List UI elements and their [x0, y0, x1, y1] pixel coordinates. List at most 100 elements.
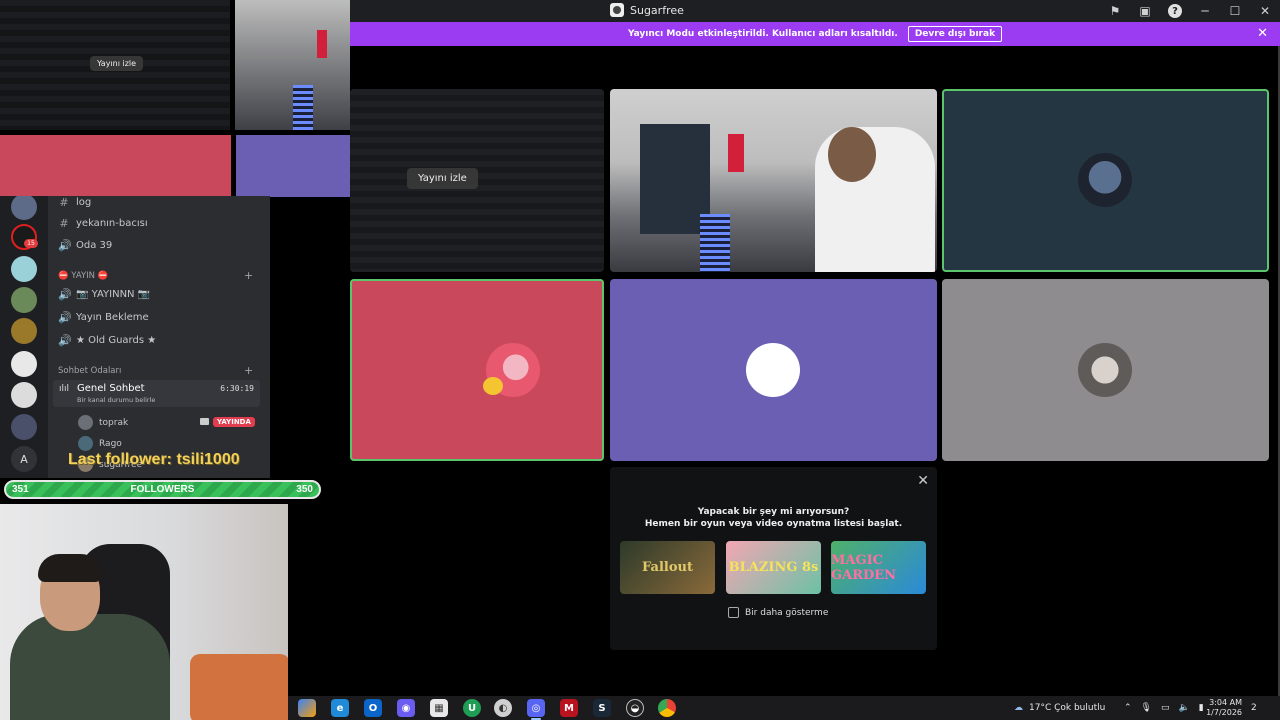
channel-status[interactable]: Bir kanal durumu belirle	[77, 396, 155, 404]
user-avatar	[1078, 153, 1132, 207]
server-icon[interactable]	[11, 318, 37, 344]
user-avatar	[746, 343, 800, 397]
voice-member[interactable]: toprak	[78, 415, 128, 430]
inbox-icon[interactable]: ▣	[1130, 0, 1160, 22]
microphone-icon[interactable]: 🎙	[1141, 703, 1152, 713]
duck-icon	[483, 377, 503, 395]
chrome-icon[interactable]	[658, 699, 676, 717]
channel-label: 📷 YAYINNN 📷	[76, 289, 151, 300]
server-icon-letter[interactable]: A	[11, 446, 37, 472]
followers-goal: 350	[296, 484, 313, 495]
teams-icon[interactable]: ◉	[397, 699, 415, 717]
channel-oda-39[interactable]: 🔊 Oda 39	[58, 239, 112, 252]
camera-icon	[200, 418, 209, 425]
overlay-watch-stream: Yayını izle	[90, 56, 144, 71]
avatar	[78, 415, 93, 430]
voice-member[interactable]: Rago	[78, 436, 122, 451]
help-icon[interactable]: ?	[1168, 4, 1182, 18]
screen-share-tile[interactable]: Yayını izle	[350, 89, 604, 272]
game-card-blazing-8s[interactable]: BLAZING 8s	[726, 541, 821, 594]
user-tile-purple[interactable]	[610, 279, 937, 461]
taskbar: e O ◉ ▦ U ◐ ◎ M S ◒ ☁ 17°C Çok bulutlu ⌃…	[288, 696, 1280, 720]
store-icon[interactable]: ▦	[430, 699, 448, 717]
server-icon	[610, 3, 624, 17]
server-icon[interactable]	[11, 351, 37, 377]
webcam-person-body	[10, 614, 170, 720]
overlay-purple-tile	[236, 135, 350, 197]
server-icon[interactable]	[11, 287, 37, 313]
chevron-up-icon[interactable]: ⌃	[1124, 703, 1132, 713]
discord-icon[interactable]: ◎	[527, 699, 545, 720]
discord-window: Sugarfree ⚑ ▣ ? ─ ☐ ✕ Yayıncı Modu etkin…	[350, 0, 1280, 696]
minimize-button[interactable]: ─	[1190, 0, 1220, 22]
add-channel-icon[interactable]: +	[244, 364, 253, 377]
watch-stream-button[interactable]: Yayını izle	[407, 168, 478, 189]
add-channel-icon[interactable]: +	[244, 269, 253, 282]
dont-show-checkbox[interactable]	[728, 607, 739, 618]
server-icon[interactable]	[11, 196, 37, 220]
title-bar: Sugarfree ⚑ ▣ ? ─ ☐ ✕	[350, 0, 1280, 22]
follower-goal-bar: 351 FOLLOWERS 350	[4, 480, 321, 499]
server-icon[interactable]	[11, 382, 37, 408]
cloud-icon: ☁	[1014, 703, 1023, 713]
webcam-sofa	[190, 654, 288, 720]
game-card-fallout[interactable]: Fallout	[620, 541, 715, 594]
disable-streamer-mode-button[interactable]: Devre dışı bırak	[907, 26, 1003, 42]
close-icon[interactable]: ✕	[917, 473, 929, 489]
server-icon[interactable]	[11, 256, 37, 282]
overlay-screen-capture: Yayını izle	[0, 0, 230, 130]
channel-label: Yayın Bekleme	[76, 312, 149, 323]
notification-icon[interactable]: 2	[1251, 696, 1257, 720]
weather-widget[interactable]: ☁ 17°C Çok bulutlu	[1014, 696, 1105, 720]
maximize-button[interactable]: ☐	[1220, 0, 1250, 22]
volume-icon[interactable]: 🔈	[1179, 703, 1190, 713]
user-tile-avatar[interactable]	[942, 89, 1269, 272]
weather-text: 17°C Çok bulutlu	[1029, 703, 1106, 713]
user-tile-grey[interactable]	[942, 279, 1269, 461]
mcafee-icon[interactable]: M	[560, 699, 578, 717]
followers-label: FOLLOWERS	[130, 484, 195, 495]
category-sohbet-odalari[interactable]: Sohbet Odaları	[58, 366, 121, 376]
overlay-camera-capture	[235, 0, 350, 130]
outlook-icon[interactable]: O	[364, 699, 382, 717]
steam-icon[interactable]: S	[593, 699, 611, 717]
channel-label: Genel Sohbet	[77, 383, 145, 394]
clock-time: 3:04 AM	[1209, 698, 1242, 707]
system-tray: ⌃ 🎙 ▭ 🔈 ▮	[1124, 696, 1204, 720]
flag-icon[interactable]: ⚑	[1100, 0, 1130, 22]
camera-tile[interactable]	[610, 89, 937, 272]
app-icon[interactable]: ◐	[494, 699, 512, 717]
window-title: Sugarfree	[630, 3, 684, 17]
server-list: 15 A	[0, 196, 48, 478]
user-tile-pink[interactable]	[350, 279, 604, 461]
channel-yayin-bekleme[interactable]: 🔊 Yayın Bekleme	[58, 311, 149, 324]
game-card-magic-garden[interactable]: MAGIC GARDEN	[831, 541, 926, 594]
server-icon[interactable]	[11, 414, 37, 440]
battery-icon[interactable]: ▮	[1199, 703, 1204, 713]
channel-old-guards[interactable]: 🔊 ★ Old Guards ★	[58, 334, 156, 347]
dont-show-again[interactable]: Bir daha gösterme	[728, 607, 828, 618]
close-banner-icon[interactable]: ✕	[1257, 26, 1268, 41]
followers-current: 351	[12, 484, 29, 495]
live-badge: YAYINDA	[213, 417, 255, 427]
channel-log[interactable]: # log	[58, 196, 91, 209]
activity-suggestion-panel: ✕ Yapacak bir şey mi arıyorsun? Hemen bi…	[610, 467, 937, 650]
upwork-icon[interactable]: U	[463, 699, 481, 717]
channel-label: Oda 39	[76, 240, 113, 251]
category-yayin[interactable]: ⛔ YAYIN ⛔	[58, 271, 108, 281]
member-name: Rago	[99, 438, 122, 449]
activity-heading: Yapacak bir şey mi arıyorsun?	[697, 507, 850, 517]
avatar	[78, 436, 93, 451]
clock[interactable]: 3:04 AM 1/7/2026	[1206, 698, 1242, 718]
edge-icon[interactable]: e	[331, 699, 349, 717]
obs-icon[interactable]: ◒	[626, 699, 644, 717]
webcam-person-hair	[38, 554, 102, 582]
copilot-icon[interactable]	[298, 699, 316, 717]
close-window-button[interactable]: ✕	[1250, 0, 1280, 22]
network-icon[interactable]: ▭	[1161, 703, 1170, 713]
overlay-camera-light	[317, 30, 327, 58]
channel-genel-sohbet[interactable]: ılıl Genel Sohbet 6:30:19 Bir kanal duru…	[53, 380, 260, 407]
app-title: Sugarfree	[610, 3, 684, 17]
channel-yayinnn[interactable]: 🔊 📷 YAYINNN 📷	[58, 288, 150, 301]
channel-yekanin-bacisi[interactable]: # yekanın-bacısı	[58, 217, 147, 230]
